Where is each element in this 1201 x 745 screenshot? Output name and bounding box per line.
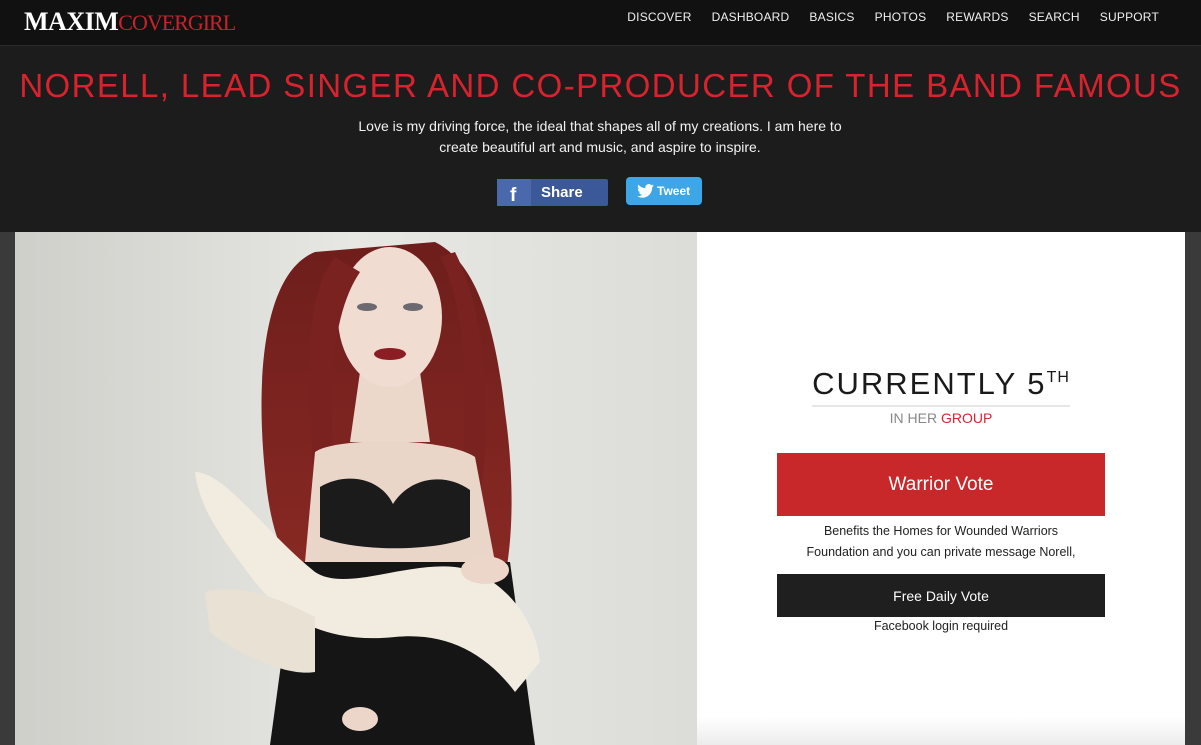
- logo-maxim-text: MAXIM: [24, 7, 119, 36]
- facebook-login-note: Facebook login required: [873, 619, 1009, 633]
- nav-discover[interactable]: DISCOVER: [627, 10, 691, 24]
- free-daily-vote-button[interactable]: Free Daily Vote: [777, 574, 1105, 617]
- rank-block: CURRENTLY 5TH: [697, 359, 1185, 407]
- page-title: NORELL, LEAD SINGER AND CO-PRODUCER OF T…: [19, 67, 1182, 104]
- nav-dashboard[interactable]: DASHBOARD: [712, 10, 790, 24]
- profile-photo-illustration: [15, 232, 697, 745]
- profile-content: CURRENTLY 5TH IN HER GROUP Warrior Vote …: [0, 232, 1201, 745]
- top-nav-bar: MAXIMCOVERGIRL DISCOVER DASHBOARD BASICS…: [0, 0, 1201, 46]
- rank-suffix: TH: [1046, 369, 1070, 386]
- nav-rewards[interactable]: REWARDS: [946, 10, 1008, 24]
- nav-photos[interactable]: PHOTOS: [875, 10, 927, 24]
- profile-header: NORELL, LEAD SINGER AND CO-PRODUCER OF T…: [0, 46, 1201, 232]
- facebook-share-button[interactable]: f Share: [497, 179, 608, 206]
- rank-prefix: CURRENTLY 5: [812, 366, 1047, 401]
- nav-search[interactable]: SEARCH: [1029, 10, 1080, 24]
- vote-panel: CURRENTLY 5TH IN HER GROUP Warrior Vote …: [697, 232, 1185, 745]
- tweet-button[interactable]: Tweet: [626, 177, 702, 205]
- logo-covergirl-text: COVERGIRL: [118, 10, 236, 35]
- group-link[interactable]: GROUP: [941, 410, 992, 426]
- warrior-vote-button[interactable]: Warrior Vote: [777, 453, 1105, 516]
- group-line: IN HER GROUP: [697, 410, 1185, 426]
- tweet-label: Tweet: [657, 184, 691, 198]
- current-rank: CURRENTLY 5TH: [812, 359, 1070, 407]
- group-prefix: IN HER: [889, 410, 941, 426]
- share-label: Share: [541, 184, 583, 201]
- facebook-f-icon: f: [497, 179, 531, 206]
- profile-tagline: Love is my driving force, the ideal that…: [358, 118, 842, 155]
- nav-support[interactable]: SUPPORT: [1100, 10, 1159, 24]
- nav-basics[interactable]: BASICS: [809, 10, 854, 24]
- twitter-bird-icon: [637, 184, 654, 198]
- warrior-vote-benefits: Benefits the Homes for Wounded Warriors …: [806, 524, 1076, 559]
- main-nav: DISCOVER DASHBOARD BASICS PHOTOS REWARDS…: [627, 10, 1159, 24]
- panel-fade: [697, 717, 1185, 745]
- maxim-covergirl-logo[interactable]: MAXIMCOVERGIRL: [24, 7, 236, 37]
- profile-photo[interactable]: [15, 232, 697, 745]
